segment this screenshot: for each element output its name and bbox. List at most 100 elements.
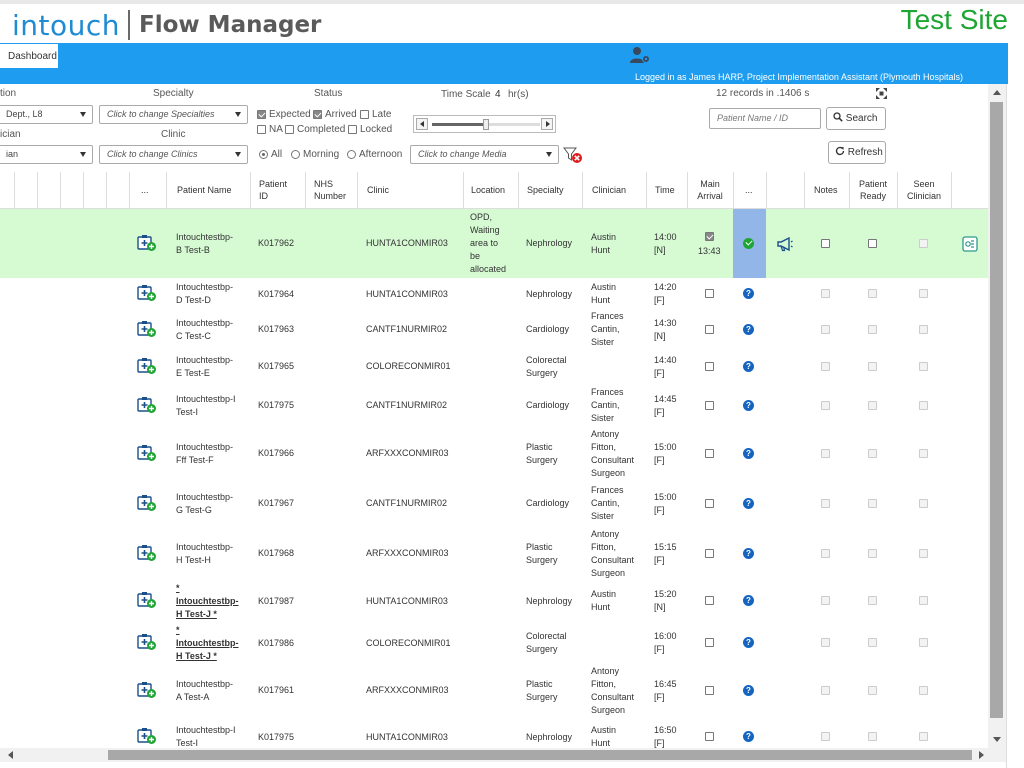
- notes-checkbox[interactable]: [821, 685, 830, 695]
- session-morning-radio[interactable]: [291, 150, 300, 159]
- patient-ready-checkbox[interactable]: [868, 596, 877, 605]
- col-header-location[interactable]: Location: [471, 184, 505, 196]
- session-afternoon-radio[interactable]: [347, 150, 356, 159]
- col-header-patient-id[interactable]: Patient ID: [259, 178, 295, 202]
- patient-record-icon[interactable]: [137, 444, 157, 464]
- table-row[interactable]: Intouchtestbp- A Test-A K017961 ARFXXXCONMI…: [0, 664, 988, 717]
- table-row[interactable]: Intouchtestbp- Fff Test-F K017966 ARFXXXCON…: [0, 427, 988, 480]
- main-arrival-checkbox[interactable]: [705, 400, 714, 410]
- search-button[interactable]: Search: [826, 107, 886, 130]
- help-icon[interactable]: ?: [743, 547, 754, 559]
- vertical-scrollbar[interactable]: [988, 84, 1006, 748]
- main-arrival-checkbox[interactable]: [705, 732, 714, 741]
- help-icon[interactable]: ?: [743, 684, 754, 696]
- patient-record-icon[interactable]: [137, 544, 157, 564]
- horizontal-scrollbar[interactable]: [0, 748, 988, 762]
- notes-checkbox[interactable]: [821, 548, 830, 558]
- media-select[interactable]: Click to change Media: [410, 145, 559, 164]
- notes-checkbox[interactable]: [821, 448, 830, 458]
- col-header-clinic[interactable]: Clinic: [367, 184, 389, 196]
- main-arrival-checkbox[interactable]: [705, 324, 714, 334]
- status-late-checkbox[interactable]: [360, 110, 369, 119]
- help-icon[interactable]: ?: [743, 447, 754, 459]
- vertical-scroll-thumb[interactable]: [990, 102, 1003, 718]
- slider-right-arrow[interactable]: [541, 118, 553, 130]
- patient-ready-checkbox[interactable]: [868, 732, 877, 741]
- main-arrival-checkbox[interactable]: [705, 548, 714, 558]
- patient-ready-checkbox[interactable]: [868, 289, 877, 298]
- clinician-select[interactable]: ian: [0, 145, 93, 164]
- clinic-select[interactable]: Click to change Clinics: [99, 145, 248, 164]
- status-expected-checkbox[interactable]: [257, 110, 266, 119]
- notes-checkbox[interactable]: [821, 596, 830, 605]
- table-row[interactable]: Intouchtestbp- G Test-G K017967 CANTF1NURMI…: [0, 480, 988, 527]
- notes-checkbox[interactable]: [821, 638, 830, 647]
- patient-record-icon[interactable]: [137, 727, 157, 747]
- patient-ready-checkbox[interactable]: [868, 400, 877, 410]
- patient-record-icon[interactable]: [137, 234, 157, 254]
- col-header-specialty[interactable]: Specialty: [527, 184, 564, 196]
- col-header-patient-name[interactable]: Patient Name: [177, 184, 232, 196]
- notes-checkbox[interactable]: [821, 732, 830, 741]
- notes-checkbox[interactable]: [821, 361, 830, 371]
- progress-action-icon[interactable]: [962, 235, 978, 254]
- col-header-nhs-number[interactable]: NHS Number: [314, 178, 350, 202]
- notes-checkbox[interactable]: [821, 324, 830, 334]
- session-all-radio[interactable]: [259, 150, 268, 159]
- help-icon[interactable]: ?: [743, 497, 754, 509]
- table-row[interactable]: Intouchtestbp-I Test-I K017975 HUNTA1CONMIR…: [0, 717, 988, 748]
- table-row[interactable]: * Intouchtestbp- H Test-J * K017987 HUNTA1CO…: [0, 580, 988, 622]
- patient-record-icon[interactable]: [137, 284, 157, 304]
- user-settings-icon[interactable]: [629, 46, 651, 64]
- col-header-main-arrival[interactable]: Main Arrival: [693, 178, 727, 202]
- col-header-seen-clinician[interactable]: Seen Clinician: [902, 178, 946, 202]
- patient-ready-checkbox[interactable]: [868, 324, 877, 334]
- clear-filter-icon[interactable]: [563, 146, 583, 164]
- seen-clinician-checkbox[interactable]: [919, 361, 928, 371]
- scroll-down-arrow[interactable]: [993, 737, 1001, 742]
- main-arrival-checkbox[interactable]: [705, 448, 714, 458]
- patient-ready-checkbox[interactable]: [868, 448, 877, 458]
- main-arrival-checkbox[interactable]: [705, 498, 714, 508]
- seen-clinician-checkbox[interactable]: [919, 289, 928, 298]
- patient-ready-checkbox[interactable]: [868, 498, 877, 508]
- specialty-select[interactable]: Click to change Specialties: [99, 105, 248, 124]
- main-arrival-checkbox[interactable]: [705, 685, 714, 695]
- seen-clinician-checkbox[interactable]: [919, 448, 928, 458]
- main-arrival-checkbox[interactable]: [705, 231, 714, 241]
- slider-handle[interactable]: [483, 119, 489, 130]
- seen-clinician-checkbox[interactable]: [919, 596, 928, 605]
- patient-ready-checkbox[interactable]: [868, 238, 877, 248]
- scroll-right-arrow[interactable]: [979, 751, 984, 759]
- col-header-clinician[interactable]: Clinician: [592, 184, 626, 196]
- megaphone-icon[interactable]: [776, 236, 794, 254]
- help-icon[interactable]: ?: [743, 731, 754, 742]
- patient-ready-checkbox[interactable]: [868, 685, 877, 695]
- main-arrival-checkbox[interactable]: [705, 361, 714, 371]
- seen-clinician-checkbox[interactable]: [919, 638, 928, 647]
- status-na-checkbox[interactable]: [257, 125, 266, 134]
- seen-clinician-checkbox[interactable]: [919, 548, 928, 558]
- patient-record-icon[interactable]: [137, 681, 157, 701]
- main-arrival-checkbox[interactable]: [705, 289, 714, 298]
- patient-ready-checkbox[interactable]: [868, 638, 877, 647]
- col-header-status[interactable]: ...: [745, 184, 753, 196]
- table-row[interactable]: * Intouchtestbp- H Test-J * K017986 COLORECO…: [0, 622, 988, 664]
- table-row[interactable]: Intouchtestbp- C Test-C K017963 CANTF1NURMI…: [0, 310, 988, 349]
- status-locked-checkbox[interactable]: [348, 125, 357, 134]
- scroll-up-arrow[interactable]: [993, 90, 1001, 95]
- notes-checkbox[interactable]: [821, 400, 830, 410]
- help-icon[interactable]: ?: [743, 595, 754, 606]
- col-header-patient-ready[interactable]: Patient Ready: [854, 178, 892, 202]
- patient-record-icon[interactable]: [137, 633, 157, 653]
- patient-record-icon[interactable]: [137, 494, 157, 514]
- table-row[interactable]: Intouchtestbp- D Test-D K017964 HUNTA1CONMI…: [0, 278, 988, 310]
- col-header-actions[interactable]: ...: [141, 184, 149, 196]
- seen-clinician-checkbox[interactable]: [919, 238, 928, 248]
- status-completed-checkbox[interactable]: [285, 125, 294, 134]
- patient-ready-checkbox[interactable]: [868, 361, 877, 371]
- slider-track[interactable]: [432, 119, 540, 130]
- tab-dashboard[interactable]: Dashboard: [0, 44, 58, 68]
- help-icon[interactable]: ?: [743, 399, 754, 411]
- notes-checkbox[interactable]: [821, 498, 830, 508]
